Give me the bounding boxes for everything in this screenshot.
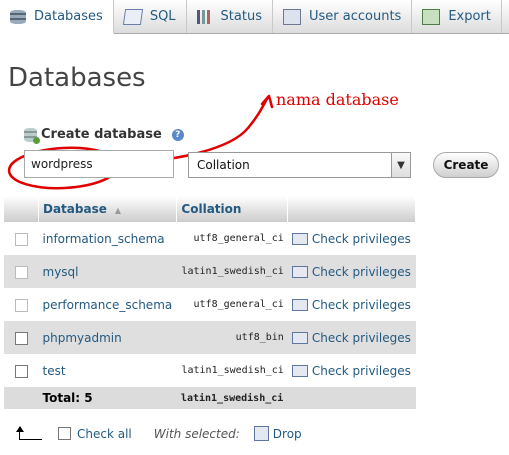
privileges-icon (291, 232, 308, 245)
sql-icon (122, 8, 143, 25)
table-row: information_schema utf8_general_ci Check… (4, 222, 416, 255)
database-name-input[interactable] (24, 150, 174, 178)
bulk-actions-bar: Check all With selected: Drop (16, 425, 302, 441)
table-row: performance_schema utf8_general_ci Check… (4, 288, 416, 321)
tab-export-label: Export (448, 9, 491, 24)
page-title: Databases (8, 63, 146, 93)
top-tab-bar: Databases SQL Status User accounts Expor… (0, 0, 509, 34)
tab-databases[interactable]: Databases (0, 0, 114, 34)
check-all-checkbox[interactable] (58, 427, 71, 440)
help-icon[interactable]: ? (171, 128, 184, 141)
check-privileges-link[interactable]: Check privileges (291, 363, 412, 378)
check-all[interactable]: Check all (58, 427, 132, 441)
create-database-label: Create database (41, 127, 162, 142)
check-privileges-link[interactable]: Check privileges (291, 297, 412, 312)
chevron-down-icon: ▼ (391, 153, 410, 177)
check-privileges-label: Check privileges (311, 231, 411, 246)
databases-table: Database ▲ Collation information_schema u… (4, 196, 416, 409)
user-accounts-icon (282, 8, 301, 25)
privileges-icon (291, 298, 308, 311)
table-row: mysql latin1_swedish_ci Check privileges (4, 255, 416, 288)
check-all-label: Check all (77, 426, 132, 441)
total-label: Total: 5 (38, 387, 177, 409)
database-link[interactable]: phpmyadmin (43, 331, 122, 345)
database-collation: utf8_general_ci (176, 288, 288, 321)
database-collation: latin1_swedish_ci (176, 354, 288, 387)
drop-label: Drop (272, 426, 302, 441)
row-checkbox[interactable] (14, 298, 28, 312)
check-privileges-label: Check privileges (311, 330, 411, 345)
new-database-icon (24, 127, 40, 144)
database-icon (10, 9, 26, 24)
check-privileges-label: Check privileges (311, 363, 411, 378)
sort-ascending-icon: ▲ (114, 206, 122, 215)
table-row: test latin1_swedish_ci Check privileges (4, 354, 416, 387)
privileges-icon (291, 364, 308, 377)
arrow-up-icon (16, 425, 42, 441)
table-total-row: Total: 5 latin1_swedish_ci (4, 387, 416, 409)
database-collation: latin1_swedish_ci (176, 255, 288, 288)
tab-user-accounts[interactable]: User accounts (273, 0, 413, 33)
database-link[interactable]: performance_schema (43, 298, 173, 312)
database-link[interactable]: mysql (43, 265, 79, 279)
header-collation[interactable]: Collation (176, 196, 289, 222)
export-icon (422, 8, 441, 25)
tab-status-label: Status (220, 9, 262, 24)
check-privileges-label: Check privileges (311, 297, 411, 312)
total-collation: latin1_swedish_ci (176, 387, 288, 409)
database-collation: utf8_general_ci (176, 222, 288, 255)
header-select (4, 196, 39, 222)
header-actions (287, 196, 416, 222)
header-database-label: Database (43, 202, 107, 216)
row-checkbox[interactable] (14, 331, 28, 345)
with-selected-label: With selected: (153, 426, 240, 441)
drop-icon (253, 426, 269, 441)
check-privileges-link[interactable]: Check privileges (291, 330, 412, 345)
check-privileges-link[interactable]: Check privileges (291, 231, 412, 246)
tab-status[interactable]: Status (187, 0, 273, 33)
table-header-row: Database ▲ Collation (4, 196, 416, 222)
database-link[interactable]: test (43, 364, 66, 378)
check-privileges-link[interactable]: Check privileges (291, 264, 412, 279)
database-link[interactable]: information_schema (43, 232, 165, 246)
check-privileges-label: Check privileges (311, 264, 411, 279)
tab-databases-label: Databases (34, 9, 103, 24)
table-row: phpmyadmin utf8_bin Check privileges (4, 321, 416, 354)
row-checkbox[interactable] (14, 364, 28, 378)
tab-sql[interactable]: SQL (114, 0, 187, 33)
annotation-label: nama database (276, 90, 399, 109)
annotation-arrowhead (260, 94, 274, 109)
header-database[interactable]: Database ▲ (38, 196, 178, 222)
tab-sql-label: SQL (149, 9, 176, 24)
create-button[interactable]: Create (433, 152, 499, 178)
collation-select[interactable]: Collation ▼ (188, 152, 411, 178)
drop-button[interactable]: Drop (253, 426, 302, 441)
create-database-heading: Create database ? (24, 127, 184, 144)
status-icon (196, 9, 213, 24)
privileges-icon (291, 331, 308, 344)
tab-export[interactable]: Export (412, 0, 502, 33)
database-collation: utf8_bin (176, 321, 288, 354)
tab-user-accounts-label: User accounts (308, 9, 402, 24)
header-collation-label: Collation (181, 202, 242, 216)
collation-select-value: Collation (197, 158, 250, 172)
row-checkbox[interactable] (14, 232, 28, 246)
row-checkbox[interactable] (14, 265, 28, 279)
privileges-icon (291, 265, 308, 278)
